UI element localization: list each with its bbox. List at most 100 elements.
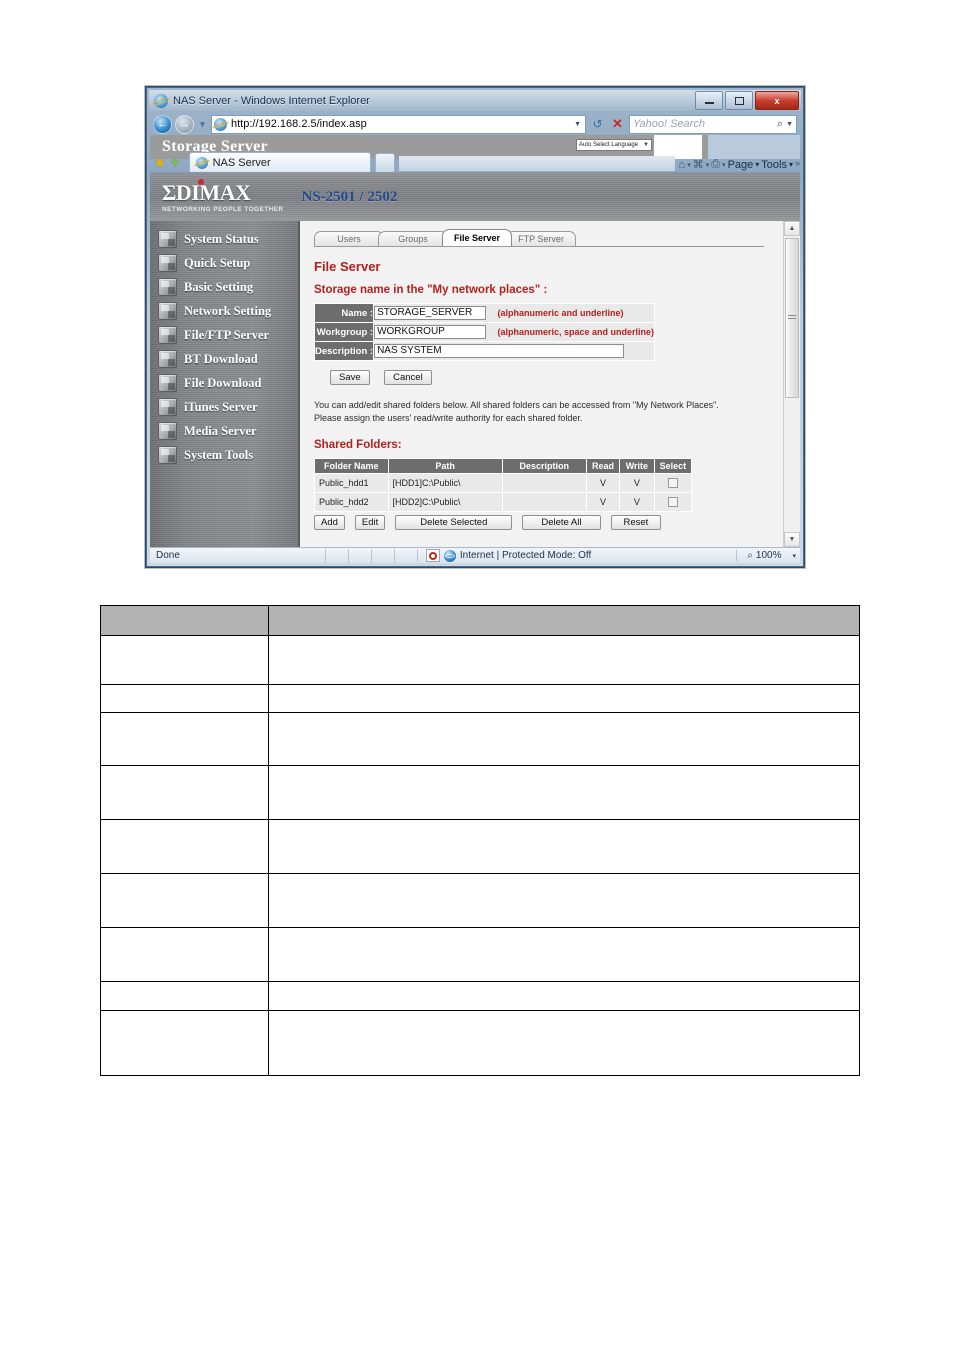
- table-header-row: [99, 605, 860, 636]
- close-button[interactable]: x: [755, 91, 799, 110]
- page-body: System Status Quick Setup Basic Setting …: [150, 221, 800, 547]
- zoom-dropdown-icon[interactable]: ▾: [792, 552, 796, 560]
- add-to-favorites-icon[interactable]: ✦: [170, 156, 181, 172]
- storage-name-heading: Storage name in the "My network places" …: [314, 284, 548, 296]
- sidebar-item-file-download[interactable]: File Download: [150, 371, 298, 395]
- cell-description: [268, 712, 860, 766]
- cell-read: V: [585, 473, 621, 494]
- tools-menu-button[interactable]: Tools: [761, 159, 787, 171]
- page-scrollbar[interactable]: ▲ ▼: [783, 221, 800, 547]
- tab-file-server[interactable]: File Server: [442, 229, 512, 246]
- cell-parameter: [99, 927, 270, 982]
- file-icon: [158, 374, 177, 392]
- sidebar-nav: System Status Quick Setup Basic Setting …: [150, 221, 300, 547]
- cell-description: [268, 927, 860, 982]
- home-icon[interactable]: ⌂: [679, 159, 686, 171]
- name-hint: (alphanumeric and underline): [497, 307, 624, 318]
- status-text: Done: [156, 550, 180, 561]
- status-segment: [393, 548, 417, 563]
- page-menu-chevron-icon[interactable]: ▾: [755, 160, 759, 169]
- zoom-control[interactable]: ⌕ 100% ▾: [736, 550, 796, 561]
- security-zone-indicator[interactable]: Internet | Protected Mode: Off: [416, 549, 591, 562]
- cell-select: [653, 492, 693, 513]
- sidebar-item-system-status[interactable]: System Status: [150, 227, 298, 251]
- sidebar-item-label: Media Server: [184, 423, 257, 438]
- tools-menu-chevron-icon[interactable]: ▾: [789, 160, 793, 169]
- description-label: Description :: [313, 341, 375, 361]
- scroll-up-button[interactable]: ▲: [784, 221, 800, 236]
- delete-selected-button[interactable]: Delete Selected: [395, 515, 513, 531]
- search-input[interactable]: Yahoo! Search ⌕ ▼: [629, 114, 797, 134]
- favorites-center-icon[interactable]: ★: [154, 156, 166, 172]
- cell-parameter: [99, 981, 270, 1011]
- row-select-checkbox[interactable]: [667, 478, 678, 489]
- edit-button[interactable]: Edit: [354, 515, 386, 531]
- print-icon[interactable]: ⎙: [711, 158, 720, 171]
- print-dropdown-icon[interactable]: ▾: [722, 161, 726, 169]
- cell-description: [268, 1010, 860, 1076]
- cell-description: [501, 473, 587, 494]
- feeds-icon[interactable]: ⌘: [693, 158, 704, 171]
- home-dropdown-icon[interactable]: ▾: [687, 161, 691, 169]
- maximize-icon: [734, 96, 744, 105]
- tab-users[interactable]: Users: [314, 231, 384, 246]
- tab-ftp-server[interactable]: FTP Server: [506, 231, 576, 246]
- cell-description: [268, 981, 860, 1011]
- command-bar-overflow-icon[interactable]: »: [795, 158, 800, 168]
- name-input[interactable]: [374, 305, 487, 320]
- sidebar-item-label: BT Download: [184, 351, 258, 366]
- workgroup-hint: (alphanumeric, space and underline): [497, 326, 655, 337]
- feeds-dropdown-icon[interactable]: ▾: [706, 161, 710, 169]
- sidebar-item-media-server[interactable]: Media Server: [150, 419, 298, 443]
- save-button[interactable]: Save: [330, 370, 370, 385]
- workgroup-input[interactable]: [374, 324, 487, 339]
- sidebar-item-bt-download[interactable]: BT Download: [150, 347, 298, 371]
- cell-description: [268, 684, 860, 713]
- column-write: Write: [619, 458, 655, 475]
- shared-folders-description-line2: Please assign the users' read/write auth…: [314, 413, 583, 424]
- refresh-button[interactable]: ↺: [589, 115, 606, 134]
- sidebar-item-file-ftp-server[interactable]: File/FTP Server: [150, 323, 298, 347]
- content-tabs: Users Groups File Server FTP Server: [314, 229, 800, 246]
- maximize-button[interactable]: [725, 91, 753, 110]
- add-button[interactable]: Add: [314, 515, 345, 531]
- sidebar-item-system-tools[interactable]: System Tools: [150, 443, 298, 467]
- address-input[interactable]: http://192.168.2.5/index.asp ▼: [211, 114, 586, 134]
- header-cell-description: [268, 605, 860, 636]
- search-icon[interactable]: ⌕: [777, 118, 783, 131]
- address-dropdown-icon[interactable]: ▼: [574, 121, 583, 128]
- table-row: [99, 819, 860, 874]
- shared-folders-table: Folder Name Path Description Read Write …: [314, 458, 693, 513]
- browser-tab-nas-server[interactable]: NAS Server: [188, 152, 371, 172]
- table-row: [99, 981, 860, 1011]
- command-bar: ⌂ ▾ ⌘ ▾ ⎙ ▾ Page ▾ Tools ▾ »: [679, 158, 800, 172]
- stop-button[interactable]: ✕: [609, 115, 626, 134]
- cancel-button[interactable]: Cancel: [384, 370, 432, 385]
- scroll-down-button[interactable]: ▼: [784, 532, 800, 547]
- stop-icon: ✕: [612, 116, 623, 131]
- minimize-button[interactable]: [695, 91, 723, 110]
- forward-button[interactable]: →: [175, 114, 194, 134]
- back-button[interactable]: ←: [153, 114, 172, 134]
- reset-button[interactable]: Reset: [610, 515, 662, 531]
- delete-all-button[interactable]: Delete All: [522, 515, 601, 531]
- scrollbar-thumb[interactable]: [785, 238, 799, 398]
- page-menu-button[interactable]: Page: [728, 159, 754, 171]
- workgroup-field-cell: (alphanumeric, space and underline): [373, 322, 656, 342]
- sidebar-item-quick-setup[interactable]: Quick Setup: [150, 251, 298, 275]
- search-provider-dropdown-icon[interactable]: ▼: [786, 121, 793, 128]
- description-input[interactable]: [374, 343, 625, 358]
- table-row: [99, 873, 860, 928]
- cell-write: V: [619, 473, 655, 494]
- recent-pages-dropdown[interactable]: ▼: [197, 120, 208, 129]
- description-table: [99, 605, 860, 1076]
- row-select-checkbox[interactable]: [667, 497, 678, 508]
- new-tab-button[interactable]: [374, 153, 395, 172]
- sidebar-item-basic-setting[interactable]: Basic Setting: [150, 275, 298, 299]
- tab-groups[interactable]: Groups: [378, 231, 448, 246]
- address-bar: ← → ▼ http://192.168.2.5/index.asp ▼ ↺ ✕…: [149, 111, 801, 136]
- column-read: Read: [585, 458, 621, 475]
- sidebar-item-itunes-server[interactable]: iTunes Server: [150, 395, 298, 419]
- sidebar-item-network-setting[interactable]: Network Setting: [150, 299, 298, 323]
- download-icon: [158, 350, 177, 368]
